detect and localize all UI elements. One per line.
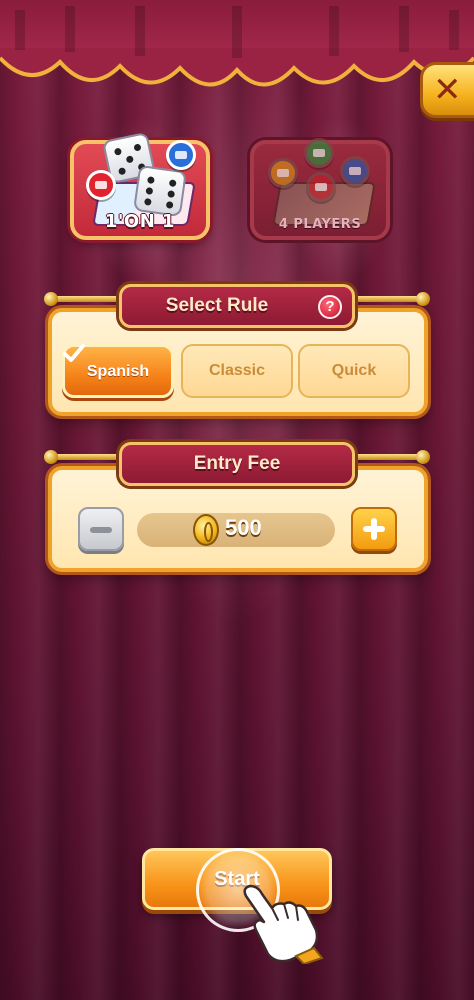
close-button[interactable]: ✕: [420, 62, 474, 118]
fee-increase-button[interactable]: [351, 507, 397, 551]
mode-four-players-button[interactable]: 4 PLAYERS: [250, 138, 390, 240]
pointing-hand-icon: [243, 884, 324, 964]
rule-option-label: Spanish: [86, 363, 150, 380]
coin-icon: [193, 514, 219, 546]
rule-option-quick[interactable]: Quick: [298, 344, 410, 398]
mode-one-on-one-button[interactable]: 1'ON 1: [70, 131, 210, 240]
game-screen: ✕ 1'ON 1 4 PLAYERS Select Rule ? Spanish…: [0, 0, 474, 1000]
minus-icon: [90, 527, 112, 533]
fee-amount-value: 500: [225, 515, 262, 540]
select-rule-header: Select Rule ?: [119, 284, 355, 328]
fee-decrease-button[interactable]: [78, 507, 124, 551]
rod-finial: [44, 450, 58, 464]
red-token-icon: [86, 170, 116, 200]
rule-option-label: Quick: [331, 362, 377, 379]
curtain-valance: [0, 0, 474, 87]
close-icon: ✕: [433, 70, 462, 110]
entry-fee-header: Entry Fee: [119, 442, 355, 486]
blue-token-icon: [340, 156, 370, 186]
mode-four-players-label: 4 PLAYERS: [278, 217, 362, 232]
blue-token-icon: [166, 140, 196, 170]
rule-option-classic[interactable]: Classic: [181, 344, 293, 398]
dice-icon: [133, 164, 187, 218]
rule-option-label: Classic: [208, 362, 266, 379]
rod-finial: [416, 450, 430, 464]
help-icon[interactable]: ?: [318, 295, 342, 319]
checkmark-icon: [63, 344, 85, 362]
red-token-icon: [306, 172, 336, 202]
fee-amount-display: 500: [137, 513, 335, 547]
rule-option-spanish[interactable]: Spanish: [62, 344, 174, 398]
orange-token-icon: [268, 158, 298, 188]
rod-finial: [416, 292, 430, 306]
mode-one-on-one-label: 1'ON 1: [104, 211, 176, 232]
entry-fee-title: Entry Fee: [193, 453, 281, 474]
green-token-icon: [304, 138, 334, 168]
rod-finial: [44, 292, 58, 306]
